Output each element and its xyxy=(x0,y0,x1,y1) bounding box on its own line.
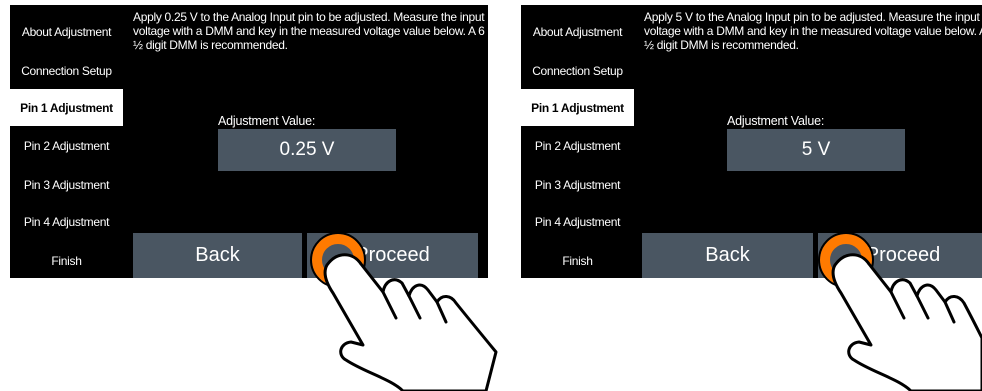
instruction-line: voltage with a DMM and key in the measur… xyxy=(133,24,485,38)
instruction-line: voltage with a DMM and key in the measur… xyxy=(644,24,982,38)
adjustment-screen-left: About Adjustment Connection Setup Pin 1 … xyxy=(10,5,488,278)
nav-item-finish[interactable]: Finish xyxy=(10,242,123,278)
instruction-text: Apply 5 V to the Analog Input pin to be … xyxy=(644,10,982,52)
adjustment-value-field[interactable]: 0.25 V xyxy=(218,129,396,171)
nav-item-pin3-adjustment[interactable]: Pin 3 Adjustment xyxy=(521,166,634,203)
nav-item-pin1-adjustment[interactable]: Pin 1 Adjustment xyxy=(10,89,123,126)
nav-item-about-adjustment[interactable]: About Adjustment xyxy=(10,13,123,50)
nav-item-pin4-adjustment[interactable]: Pin 4 Adjustment xyxy=(10,203,123,240)
wizard-nav: About Adjustment Connection Setup Pin 1 … xyxy=(521,5,634,278)
nav-item-pin4-adjustment[interactable]: Pin 4 Adjustment xyxy=(521,203,634,240)
nav-item-connection-setup[interactable]: Connection Setup xyxy=(10,52,123,89)
proceed-button[interactable]: Proceed xyxy=(818,233,982,278)
adjustment-value-label: Adjustment Value: xyxy=(727,114,825,128)
nav-item-pin3-adjustment[interactable]: Pin 3 Adjustment xyxy=(10,166,123,203)
instruction-line: Apply 5 V to the Analog Input pin to be … xyxy=(644,10,980,24)
instruction-line: ½ digit DMM is recommended. xyxy=(644,38,799,52)
wizard-nav: About Adjustment Connection Setup Pin 1 … xyxy=(10,5,123,278)
nav-item-pin2-adjustment[interactable]: Pin 2 Adjustment xyxy=(521,127,634,164)
proceed-button[interactable]: Proceed xyxy=(307,233,478,278)
instruction-line: ½ digit DMM is recommended. xyxy=(133,38,288,52)
instruction-text: Apply 0.25 V to the Analog Input pin to … xyxy=(133,10,485,52)
nav-item-about-adjustment[interactable]: About Adjustment xyxy=(521,13,634,50)
instruction-line: Apply 0.25 V to the Analog Input pin to … xyxy=(133,10,485,24)
nav-item-finish[interactable]: Finish xyxy=(521,242,634,278)
back-button[interactable]: Back xyxy=(133,233,302,278)
nav-item-pin1-adjustment[interactable]: Pin 1 Adjustment xyxy=(521,89,634,126)
back-button[interactable]: Back xyxy=(642,233,813,278)
adjustment-value-label: Adjustment Value: xyxy=(218,114,316,128)
nav-item-pin2-adjustment[interactable]: Pin 2 Adjustment xyxy=(10,127,123,164)
adjustment-screen-right: About Adjustment Connection Setup Pin 1 … xyxy=(521,5,982,278)
nav-item-connection-setup[interactable]: Connection Setup xyxy=(521,52,634,89)
adjustment-value-field[interactable]: 5 V xyxy=(727,129,905,171)
